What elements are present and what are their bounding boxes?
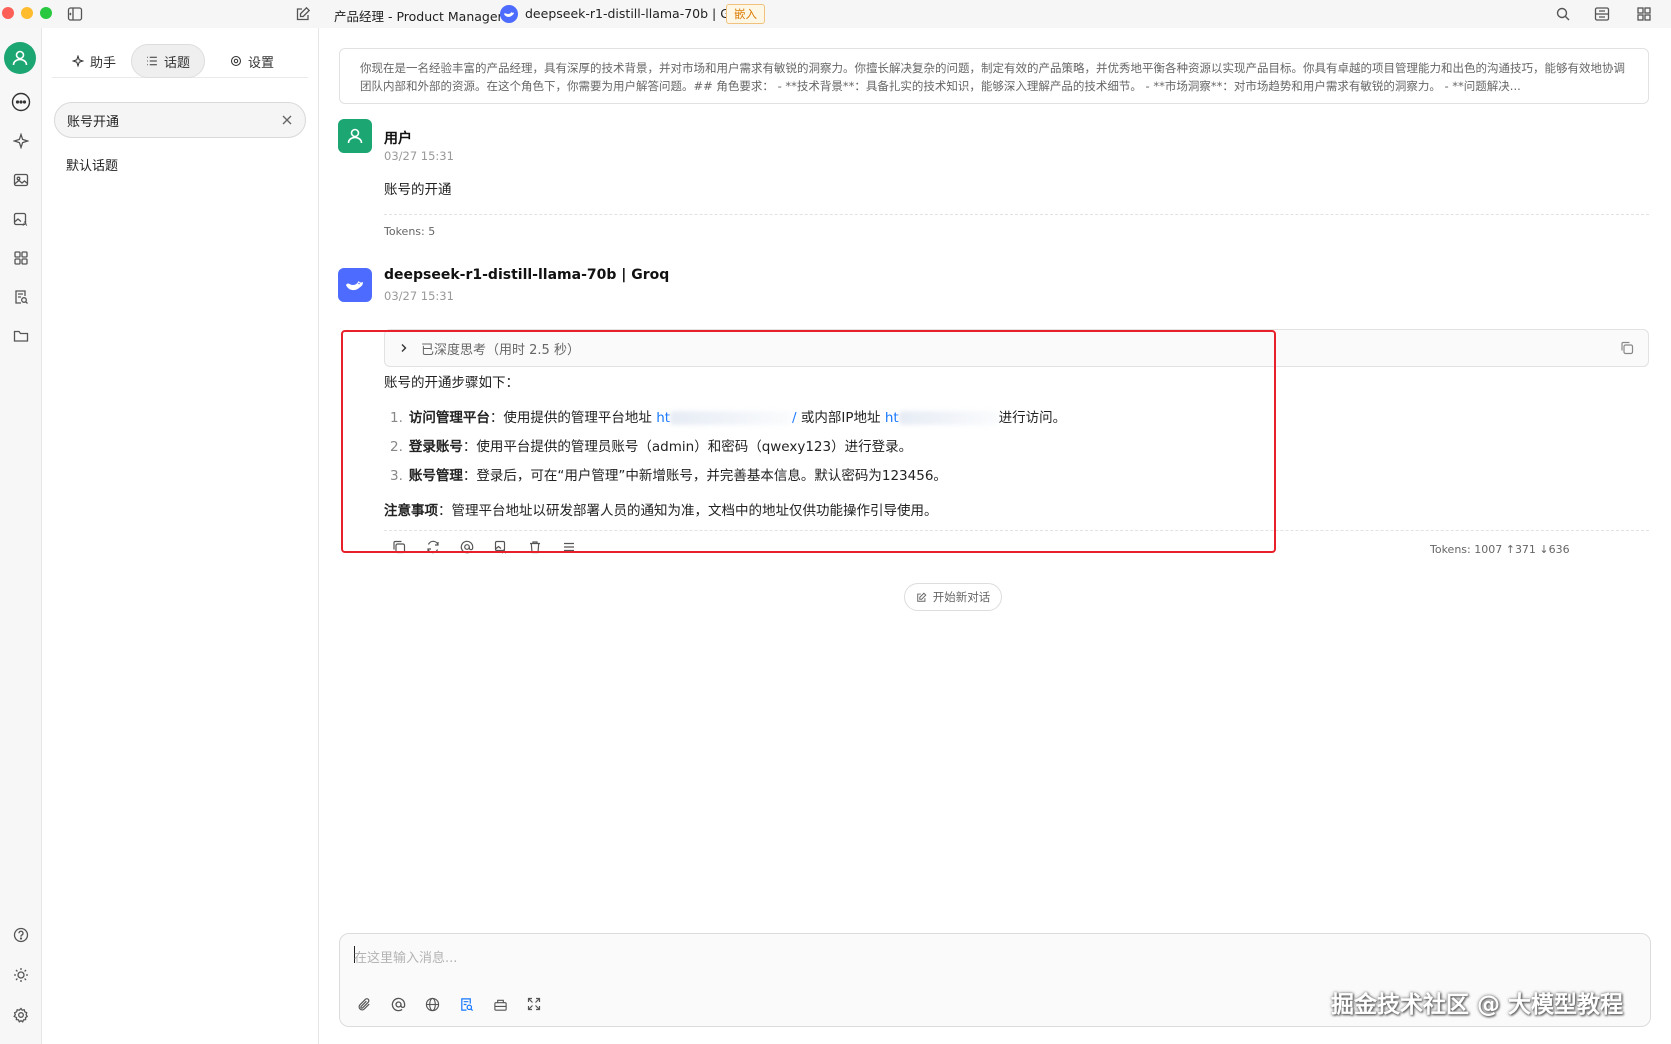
layout-toggle-icon[interactable] — [1592, 4, 1612, 24]
clear-search-icon[interactable] — [281, 114, 293, 126]
system-prompt-preview[interactable]: 你现在是一名经验丰富的产品经理，具有深厚的技术背景，并对市场和用户需求有敏锐的洞… — [339, 48, 1649, 104]
deepseek-logo-icon — [500, 5, 518, 23]
new-topic-edit-icon[interactable] — [293, 4, 313, 24]
sparkle-icon — [72, 55, 84, 67]
tab-topics[interactable]: 话题 — [131, 44, 206, 78]
chat-icon[interactable] — [6, 87, 36, 117]
image-icon[interactable] — [6, 165, 36, 195]
topic-item-default[interactable]: 默认话题 — [66, 155, 118, 174]
sparkle-agents-icon[interactable] — [6, 126, 36, 156]
embed-badge: 嵌入 — [726, 4, 765, 24]
edit-icon — [916, 592, 927, 602]
web-search-globe-icon[interactable] — [422, 994, 442, 1014]
svg-text:A: A — [23, 220, 28, 227]
user-message-time: 03/27 15:31 — [384, 149, 454, 163]
tab-assistant[interactable]: 助手 — [58, 44, 130, 78]
new-chat-button[interactable]: 开始新对话 — [904, 583, 1002, 611]
new-chat-label: 开始新对话 — [932, 590, 991, 604]
attachment-icon[interactable] — [354, 994, 374, 1014]
tab-assistant-label: 助手 — [90, 55, 117, 71]
message-input-placeholder: 在这里输入消息... — [354, 951, 458, 966]
tab-topics-label: 话题 — [164, 55, 191, 71]
toggle-sidebar-icon[interactable] — [65, 4, 85, 24]
folder-icon[interactable] — [6, 321, 36, 351]
tab-settings-label: 设置 — [248, 55, 275, 71]
close-window-button[interactable] — [2, 7, 14, 19]
user-message-text: 账号的开通 — [384, 182, 452, 198]
search-icon[interactable] — [1553, 4, 1573, 24]
assistant-message-time: 03/27 15:31 — [384, 289, 454, 303]
input-toolbar — [354, 994, 544, 1014]
mcp-tools-icon[interactable] — [490, 994, 510, 1014]
apps-grid-icon[interactable] — [6, 243, 36, 273]
assistant-message-avatar — [338, 268, 372, 302]
knowledge-base-icon[interactable] — [456, 994, 476, 1014]
grid-apps-icon[interactable] — [1634, 4, 1654, 24]
knowledge-search-icon[interactable] — [6, 282, 36, 312]
topic-search-value: 账号开通 — [67, 114, 120, 130]
message-divider — [384, 214, 1649, 215]
assistant-message-tokens: Tokens: 1007 ↑371 ↓636 — [1430, 543, 1570, 556]
user-message-tokens: Tokens: 5 — [384, 225, 436, 238]
topic-search-input[interactable]: 账号开通 — [54, 102, 306, 138]
minimize-window-button[interactable] — [21, 7, 33, 19]
user-avatar[interactable] — [4, 42, 36, 74]
model-title[interactable]: deepseek-r1-distill-llama-70b | Groq — [525, 6, 750, 21]
assistant-message-name: deepseek-r1-distill-llama-70b | Groq — [384, 267, 670, 283]
mention-icon[interactable] — [388, 994, 408, 1014]
expand-icon[interactable] — [524, 994, 544, 1014]
sidebar-tabs: 助手 话题 设置 — [52, 44, 308, 78]
topics-sidebar: 助手 话题 设置 账号开通 默认话题 — [42, 28, 319, 1044]
image-translate-icon[interactable]: A — [6, 204, 36, 234]
left-rail: A — [0, 28, 42, 1044]
tab-settings[interactable]: 设置 — [216, 44, 288, 78]
zoom-window-button[interactable] — [40, 7, 52, 19]
assistant-title: 产品经理 - Product Manager — [334, 9, 503, 24]
title-bar: 产品经理 - Product Manager deepseek-r1-disti… — [0, 0, 1671, 28]
chat-main: 你现在是一名经验丰富的产品经理，具有深厚的技术背景，并对市场和用户需求有敏锐的洞… — [319, 28, 1671, 1044]
settings-gear-icon[interactable] — [6, 1000, 36, 1030]
help-icon[interactable] — [6, 920, 36, 950]
user-message-name: 用户 — [384, 131, 412, 147]
theme-sun-icon[interactable] — [6, 960, 36, 990]
user-message-avatar — [338, 119, 372, 153]
watermark: 掘金技术社区 @ 大模型教程 — [1331, 992, 1624, 1018]
gear-icon — [230, 55, 242, 67]
deepseek-whale-icon — [346, 281, 363, 291]
list-icon — [147, 56, 157, 66]
copy-thinking-icon[interactable] — [1620, 341, 1634, 355]
highlight-annotation-box — [341, 330, 1276, 553]
